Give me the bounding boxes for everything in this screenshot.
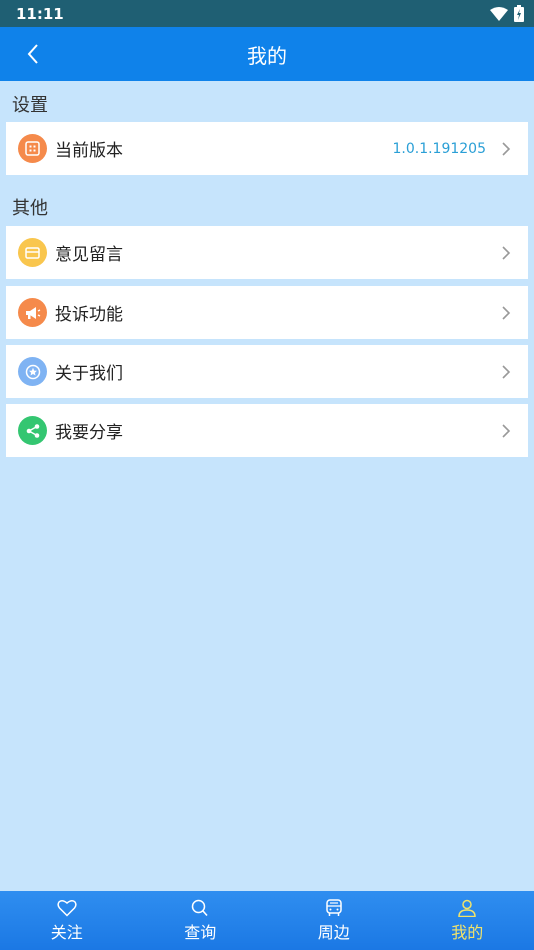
bottom-tab-bar: 关注 查询 周边 我的 (0, 891, 534, 950)
tab-nearby[interactable]: 周边 (267, 891, 401, 950)
chevron-right-icon (502, 245, 511, 260)
status-icons (490, 5, 524, 22)
version-row[interactable]: 当前版本 1.0.1.191205 (6, 122, 528, 175)
bus-icon (326, 899, 342, 916)
wifi-icon (490, 6, 508, 21)
megaphone-icon (18, 298, 47, 327)
about-row[interactable]: 关于我们 (6, 345, 528, 398)
chevron-right-icon (502, 364, 511, 379)
complaint-row[interactable]: 投诉功能 (6, 286, 528, 339)
page-title: 我的 (247, 43, 287, 68)
search-icon (192, 899, 208, 917)
tab-label: 周边 (317, 923, 350, 942)
tab-label: 关注 (50, 923, 83, 942)
status-bar: 11:11 (0, 0, 534, 27)
tab-label: 查询 (184, 923, 217, 942)
share-icon (18, 416, 47, 445)
feedback-row[interactable]: 意见留言 (6, 226, 528, 279)
chevron-right-icon (502, 305, 511, 320)
battery-icon (514, 5, 524, 22)
section-title-other: 其他 (12, 198, 48, 219)
tab-search[interactable]: 查询 (134, 891, 268, 950)
share-row[interactable]: 我要分享 (6, 404, 528, 457)
chevron-right-icon (502, 141, 511, 156)
about-label: 关于我们 (55, 364, 123, 384)
section-title-settings: 设置 (12, 95, 48, 116)
version-value: 1.0.1.191205 (392, 140, 486, 157)
version-label: 当前版本 (55, 141, 123, 161)
star-badge-icon (18, 357, 47, 386)
card-icon (18, 238, 47, 267)
tab-follow[interactable]: 关注 (0, 891, 134, 950)
app-bar: 我的 (0, 27, 534, 81)
person-icon (458, 899, 477, 917)
complaint-label: 投诉功能 (55, 305, 123, 325)
tab-mine[interactable]: 我的 (401, 891, 534, 950)
chevron-right-icon (502, 423, 511, 438)
app-grid-icon (18, 134, 47, 163)
tab-label: 我的 (451, 923, 484, 942)
back-arrow-icon[interactable] (22, 42, 46, 66)
heart-icon (57, 899, 77, 917)
status-time: 11:11 (16, 4, 64, 23)
share-label: 我要分享 (55, 423, 123, 443)
feedback-label: 意见留言 (55, 245, 123, 265)
